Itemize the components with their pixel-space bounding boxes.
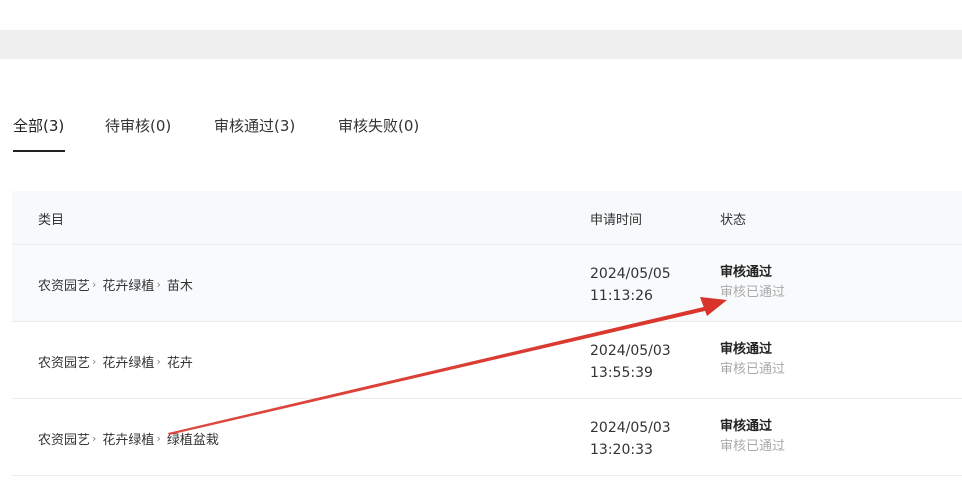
- status-detail: 审核已通过: [720, 285, 786, 300]
- chevron-right-icon: ›: [156, 278, 161, 291]
- chevron-right-icon: ›: [92, 355, 97, 368]
- table-row[interactable]: 农资园艺 › 花卉绿植 › 绿植盆栽 2024/05/03 13:20:33 审…: [12, 399, 962, 476]
- status-detail: 审核已通过: [720, 362, 786, 377]
- category-path: 农资园艺 › 花卉绿植 › 苗木: [38, 275, 193, 294]
- apply-clock: 13:55:39: [590, 365, 653, 381]
- status-tabs: 全部(3) 待审核(0) 审核通过(3) 审核失败(0): [0, 104, 962, 154]
- apply-time: 2024/05/03 13:55:39: [590, 340, 671, 384]
- apply-time: 2024/05/05 11:13:26: [590, 263, 671, 307]
- status-cell: 审核通过 审核已通过: [720, 417, 785, 457]
- tab-approved[interactable]: 审核通过(3): [214, 116, 295, 136]
- apply-date: 2024/05/03: [590, 420, 671, 436]
- top-band: [0, 30, 962, 59]
- chevron-right-icon: ›: [156, 355, 161, 368]
- apply-time: 2024/05/03 13:20:33: [590, 417, 671, 461]
- category-level-1: 农资园艺: [38, 433, 91, 448]
- category-level-2: 花卉绿植: [102, 433, 155, 448]
- tab-pending[interactable]: 待审核(0): [105, 116, 171, 136]
- category-level-3: 绿植盆栽: [166, 433, 219, 448]
- table-header: 类目 申请时间 状态: [12, 191, 962, 245]
- table-row[interactable]: 农资园艺 › 花卉绿植 › 苗木 2024/05/05 11:13:26 审核通…: [12, 245, 962, 322]
- category-level-1: 农资园艺: [38, 356, 91, 371]
- header-status: 状态: [720, 213, 747, 228]
- page: 全部(3) 待审核(0) 审核通过(3) 审核失败(0) 类目 申请时间 状态 …: [0, 0, 962, 500]
- category-level-3: 花卉: [166, 356, 193, 371]
- status-cell: 审核通过 审核已通过: [720, 263, 785, 303]
- header-time: 申请时间: [590, 213, 643, 228]
- header-category: 类目: [38, 213, 65, 228]
- category-level-2: 花卉绿植: [102, 356, 155, 371]
- apply-clock: 11:13:26: [590, 288, 653, 304]
- status-label: 审核通过: [720, 265, 773, 280]
- status-detail: 审核已通过: [720, 439, 786, 454]
- category-path: 农资园艺 › 花卉绿植 › 花卉: [38, 352, 193, 371]
- tab-rejected[interactable]: 审核失败(0): [338, 116, 419, 136]
- chevron-right-icon: ›: [156, 432, 161, 445]
- category-level-3: 苗木: [166, 279, 193, 294]
- apply-date: 2024/05/03: [590, 343, 671, 359]
- chevron-right-icon: ›: [92, 432, 97, 445]
- category-table: 类目 申请时间 状态 农资园艺 › 花卉绿植 › 苗木 2024/05/05 1…: [12, 191, 962, 476]
- category-level-2: 花卉绿植: [102, 279, 155, 294]
- active-tab-underline: [13, 150, 65, 152]
- category-level-1: 农资园艺: [38, 279, 91, 294]
- category-path: 农资园艺 › 花卉绿植 › 绿植盆栽: [38, 429, 219, 448]
- status-label: 审核通过: [720, 342, 773, 357]
- chevron-right-icon: ›: [92, 278, 97, 291]
- status-label: 审核通过: [720, 419, 773, 434]
- apply-date: 2024/05/05: [590, 266, 671, 282]
- status-cell: 审核通过 审核已通过: [720, 340, 785, 380]
- tab-all[interactable]: 全部(3): [13, 116, 64, 136]
- apply-clock: 13:20:33: [590, 442, 653, 458]
- table-row[interactable]: 农资园艺 › 花卉绿植 › 花卉 2024/05/03 13:55:39 审核通…: [12, 322, 962, 399]
